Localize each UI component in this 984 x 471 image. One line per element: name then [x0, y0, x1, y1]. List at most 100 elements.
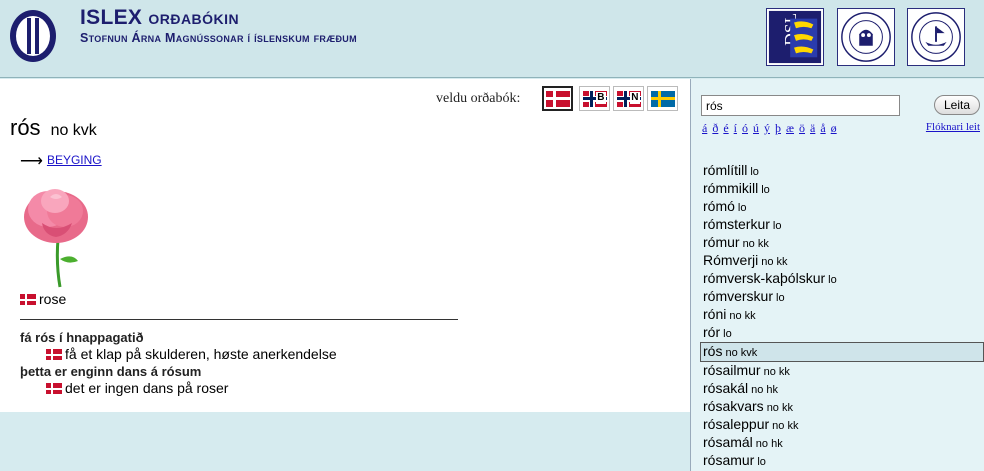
word-list-item[interactable]: rómsterkur lo	[701, 216, 984, 234]
swedish-flag-icon	[650, 90, 675, 107]
word-text: rósailmur	[703, 362, 761, 378]
dictionary-select-label: veldu orðabók:	[436, 91, 521, 106]
word-list-item[interactable]: rósamál no hk	[701, 434, 984, 452]
word-tag: no kvk	[725, 347, 758, 359]
char-link[interactable]: ö	[799, 121, 805, 135]
word-text: rómmikill	[703, 180, 759, 196]
danish-flag-icon	[46, 349, 62, 360]
word-list-item[interactable]: rómur no kk	[701, 234, 984, 252]
norwegian-flag-icon: B	[582, 90, 607, 107]
word-tag: no hk	[755, 438, 783, 450]
char-link[interactable]: ú	[753, 121, 759, 135]
entry-panel: veldu orðabók: B N rós no kvk ⟶ BEYGING	[0, 79, 690, 412]
word-tag: lo	[750, 166, 759, 178]
word-tag: lo	[737, 202, 747, 214]
char-link[interactable]: æ	[786, 121, 794, 135]
word-text: rósakvars	[703, 398, 764, 414]
word-list-item[interactable]: rómmikill lo	[701, 180, 984, 198]
university-bergen-seal[interactable]	[837, 8, 895, 66]
char-link[interactable]: í	[734, 121, 737, 135]
word-tag: lo	[757, 456, 766, 468]
word-text: rós	[703, 343, 723, 359]
char-link[interactable]: ð	[712, 121, 718, 135]
char-link[interactable]: é	[723, 121, 728, 135]
advanced-search-link[interactable]: Flóknari leit	[926, 121, 980, 133]
example-target-text: det er ingen dans på roser	[65, 380, 229, 396]
word-tag: no kk	[766, 402, 793, 414]
search-input[interactable]	[701, 95, 900, 116]
word-text: rómverskur	[703, 288, 774, 304]
char-link[interactable]: å	[820, 121, 825, 135]
divider	[20, 319, 458, 320]
example-translation: det er ingen dans på roser	[46, 380, 228, 396]
dsl-logo[interactable]: DSL	[766, 8, 824, 66]
danish-flag-icon	[46, 383, 62, 394]
char-link[interactable]: ä	[810, 121, 815, 135]
word-list-item[interactable]: rómó lo	[701, 198, 984, 216]
islex-logo[interactable]	[8, 8, 58, 64]
word-tag: lo	[828, 274, 837, 286]
word-text: rómversk-kaþólskur	[703, 270, 826, 286]
word-list-item[interactable]: rósamur lo	[701, 452, 984, 470]
word-list-item[interactable]: rósakál no hk	[701, 380, 984, 398]
char-link[interactable]: ó	[742, 121, 748, 135]
word-text: rómur	[703, 234, 740, 250]
char-link[interactable]: ý	[764, 121, 770, 135]
word-tag: lo	[761, 184, 770, 196]
flag-norwegian-nynorsk-button[interactable]: N	[613, 86, 644, 111]
word-list-item[interactable]: rósailmur no kk	[701, 362, 984, 380]
word-text: rómó	[703, 198, 735, 214]
rose-image	[20, 179, 95, 289]
brand-subtitle: Stofnun Árna Magnússonar í íslenskum fræ…	[80, 31, 357, 45]
nynorsk-letter: N	[630, 91, 640, 104]
example-source: þetta er enginn dans á rósum	[20, 364, 202, 379]
word-list: rómlítill lo rómmikill lo rómó lo rómsterkur lo…	[700, 162, 984, 470]
headword: rós no kvk	[10, 115, 97, 141]
word-text: Rómverji	[703, 252, 759, 268]
word-text: rómlítill	[703, 162, 748, 178]
word-tag: lo	[723, 328, 732, 340]
word-list-item[interactable]: rósakvars no kk	[701, 398, 984, 416]
translation-row: rose	[20, 291, 66, 307]
inflection-row: ⟶ BEYGING	[20, 151, 102, 171]
university-gothenburg-seal[interactable]	[907, 8, 965, 66]
example-target-text: få et klap på skulderen, høste anerkende…	[65, 346, 337, 362]
inflection-link[interactable]: BEYGING	[47, 153, 102, 167]
flag-norwegian-bokmal-button[interactable]: B	[579, 86, 610, 111]
word-tag: lo	[772, 220, 782, 232]
flag-swedish-button[interactable]	[647, 86, 678, 111]
example-translation: få et klap på skulderen, høste anerkende…	[46, 346, 337, 362]
word-tag: lo	[776, 292, 785, 304]
word-list-item[interactable]: rós no kvk	[700, 342, 984, 362]
brand-title-main: ISLEX	[80, 6, 143, 29]
bokmal-letter: B	[596, 91, 606, 104]
word-list-item[interactable]: rómlítill lo	[701, 162, 984, 180]
char-link[interactable]: á	[702, 121, 707, 135]
word-tag: no hk	[751, 384, 779, 396]
search-button[interactable]: Leita	[934, 95, 980, 115]
word-list-item[interactable]: rósaleppur no kk	[701, 416, 984, 434]
special-characters: áðéíóúýþæöäåø	[702, 121, 842, 136]
site-header: ISLEX ORÐABÓKIN Stofnun Árna Magnússonar…	[0, 0, 984, 78]
search-sidebar: Leita áðéíóúýþæöäåø Flóknari leit rómlít…	[691, 79, 984, 471]
danish-flag-icon	[545, 90, 570, 107]
danish-flag-icon	[20, 294, 36, 305]
headword-text: rós	[10, 115, 41, 140]
word-list-item[interactable]: rómverskur lo	[701, 288, 984, 306]
char-link[interactable]: þ	[775, 121, 781, 135]
word-text: rósakál	[703, 380, 749, 396]
char-link[interactable]: ø	[831, 121, 837, 135]
example-source: fá rós í hnappagatið	[20, 330, 144, 345]
word-list-item[interactable]: Rómverji no kk	[701, 252, 984, 270]
word-text: rómsterkur	[703, 216, 770, 232]
word-list-item[interactable]: rór lo	[701, 324, 984, 342]
word-text: róni	[703, 306, 727, 322]
word-list-item[interactable]: rómversk-kaþólskur lo	[701, 270, 984, 288]
word-list-item[interactable]: róni no kk	[701, 306, 984, 324]
flag-danish-button[interactable]	[542, 86, 573, 111]
part-of-speech: no kvk	[50, 122, 97, 139]
word-text: rósaleppur	[703, 416, 770, 432]
word-tag: no kk	[761, 256, 788, 268]
arrow-right-icon: ⟶	[20, 153, 43, 170]
brand: ISLEX ORÐABÓKIN Stofnun Árna Magnússonar…	[80, 6, 357, 45]
